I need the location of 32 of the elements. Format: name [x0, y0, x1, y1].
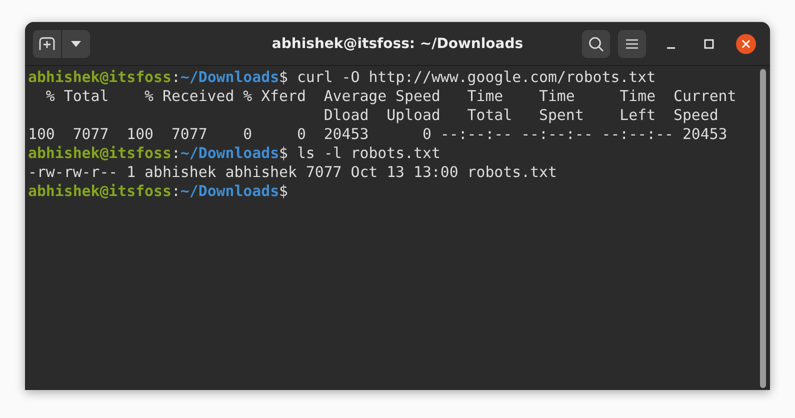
prompt-separator: : — [171, 144, 180, 162]
window-title: abhishek@itsfoss: ~/Downloads — [272, 36, 524, 52]
output-line: -rw-rw-r-- 1 abhishek abhishek 7077 Oct 13 13:00 robots.txt — [28, 163, 557, 181]
output-line: % Total % Received % Xferd Average Speed Time Time Time Current — [44, 87, 736, 105]
prompt-path: ~/Downloads — [180, 182, 280, 200]
maximize-icon — [704, 38, 714, 48]
command-text: curl -O http://www.google.com/robots.txt — [296, 68, 656, 86]
menu-icon — [626, 38, 638, 48]
search-button[interactable] — [582, 30, 610, 58]
caret-icon — [71, 40, 81, 46]
prompt-symbol: $ — [279, 182, 288, 200]
prompt-user-host: abhishek@itsfoss — [28, 182, 172, 200]
scrollbar[interactable] — [760, 69, 766, 388]
prompt-path: ~/Downloads — [180, 68, 280, 86]
command-text: ls -l robots.txt — [296, 144, 440, 162]
output-line: Dload Upload Total Spent Left Speed — [322, 106, 718, 124]
dropdown-button[interactable] — [62, 30, 90, 58]
prompt-separator: : — [171, 182, 180, 200]
prompt-user-host: abhishek@itsfoss — [28, 144, 172, 162]
prompt-user-host: abhishek@itsfoss — [28, 68, 172, 86]
new-tab-button[interactable] — [33, 30, 61, 58]
menu-button[interactable] — [618, 30, 646, 58]
prompt-symbol: $ — [279, 144, 288, 162]
close-icon — [741, 38, 751, 48]
prompt-symbol: $ — [279, 68, 288, 86]
prompt-path: ~/Downloads — [180, 144, 280, 162]
minimize-icon — [666, 46, 676, 48]
output-line: 100 7077 100 7077 0 0 20453 0 --:--:-- --:--:-- --:--:-- 20453 — [28, 125, 728, 143]
prompt-separator: : — [171, 68, 180, 86]
search-icon — [588, 36, 604, 52]
close-button[interactable] — [736, 34, 756, 54]
new-tab-icon — [39, 36, 55, 50]
